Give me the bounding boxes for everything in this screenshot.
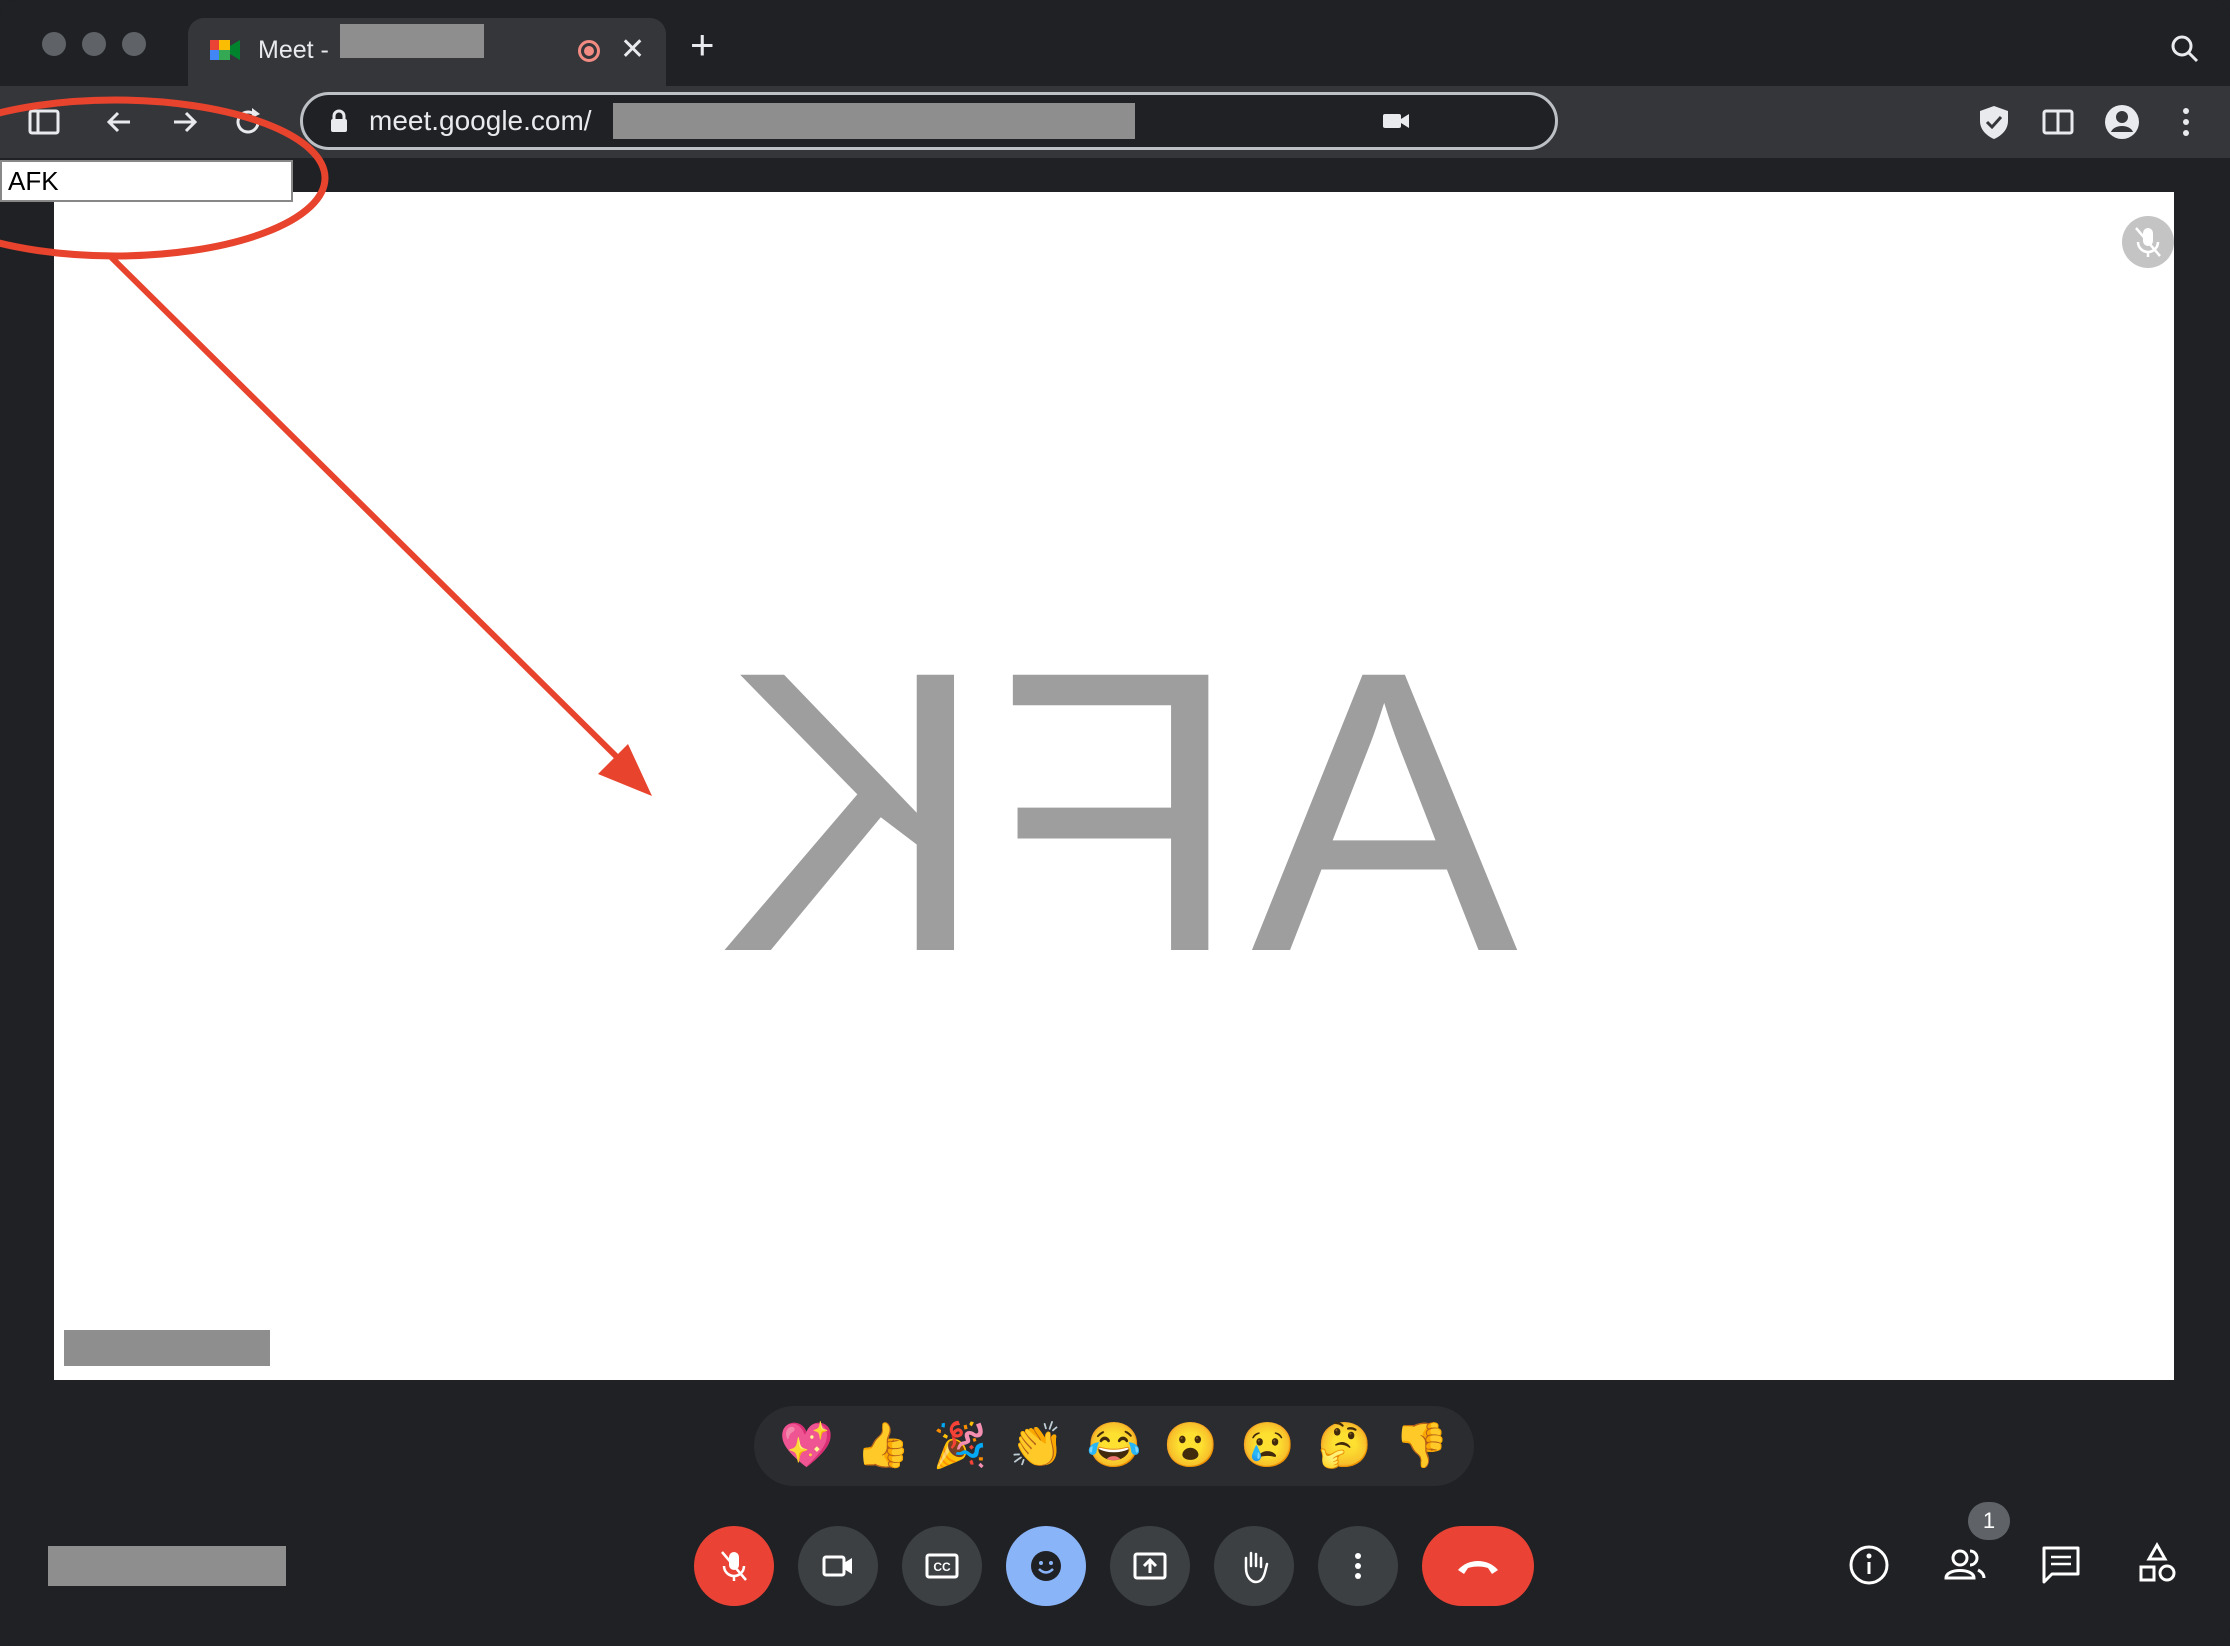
tab-close-button[interactable]: ✕	[620, 32, 645, 67]
reaction-thinking[interactable]: 🤔	[1317, 1424, 1372, 1468]
reactions-button[interactable]	[1006, 1526, 1086, 1606]
camera-icon	[822, 1555, 852, 1577]
mirrored-afk-text: AFK	[710, 588, 1518, 1035]
new-tab-button[interactable]: +	[690, 24, 715, 66]
url-text: meet.google.com/	[369, 105, 592, 136]
reaction-laughing[interactable]: 😂	[1087, 1424, 1142, 1468]
hang-up-icon	[1458, 1561, 1498, 1574]
reactions-bar: 💖 👍 🎉 👏 😂 😮 😢 🤔 👎	[754, 1406, 1474, 1486]
browser-tab-meet[interactable]: Meet - ✕	[188, 18, 666, 86]
minimize-window-button[interactable]	[82, 32, 106, 56]
lock-icon[interactable]	[329, 109, 349, 133]
captions-button[interactable]: CC	[902, 1526, 982, 1606]
maximize-window-button[interactable]	[122, 32, 146, 56]
reaction-thumbs-up[interactable]: 👍	[856, 1424, 911, 1468]
smiley-icon	[1031, 1551, 1061, 1581]
browser-menu-icon[interactable]	[2166, 102, 2206, 142]
reaction-party-popper[interactable]: 🎉	[933, 1424, 988, 1468]
camera-in-use-icon[interactable]	[1381, 109, 1411, 133]
sidebar-toggle-icon[interactable]	[24, 102, 64, 142]
google-meet-icon	[210, 40, 240, 60]
camera-toggle-button[interactable]	[798, 1526, 878, 1606]
redacted-url	[613, 103, 1135, 139]
raise-hand-icon	[1244, 1551, 1269, 1584]
back-arrow-icon[interactable]	[100, 102, 140, 142]
meeting-details-icon[interactable]	[1844, 1540, 1894, 1590]
tab-title: Meet -	[258, 36, 329, 64]
redacted-participant-name	[64, 1330, 270, 1366]
more-vertical-icon	[1355, 1553, 1361, 1579]
svg-text:CC: CC	[933, 1560, 951, 1574]
tab-search-icon[interactable]	[2170, 34, 2200, 64]
microphone-toggle-button[interactable]	[694, 1526, 774, 1606]
redacted-meeting-info	[48, 1546, 286, 1586]
present-screen-button[interactable]	[1110, 1526, 1190, 1606]
people-count-badge: 1	[1968, 1502, 2010, 1540]
raise-hand-button[interactable]	[1214, 1526, 1294, 1606]
mic-off-icon	[721, 1551, 747, 1581]
shield-extension-icon[interactable]	[1974, 102, 2014, 142]
close-window-button[interactable]	[42, 32, 66, 56]
people-icon[interactable]	[1940, 1540, 1990, 1590]
end-call-button[interactable]	[1422, 1526, 1534, 1606]
forward-arrow-icon[interactable]	[164, 102, 204, 142]
recording-indicator-icon	[578, 40, 600, 62]
muted-mic-icon	[2122, 216, 2174, 268]
chat-icon[interactable]	[2036, 1540, 2086, 1590]
browser-toolbar: meet.google.com/	[0, 86, 2230, 158]
split-view-icon[interactable]	[2038, 102, 2078, 142]
reaction-surprised[interactable]: 😮	[1163, 1424, 1218, 1468]
tab-strip: Meet - ✕ +	[0, 0, 2230, 86]
profile-avatar-icon[interactable]	[2102, 102, 2142, 142]
video-tile: AFK	[54, 192, 2174, 1380]
reaction-crying[interactable]: 😢	[1240, 1424, 1295, 1468]
closed-captions-icon: CC	[925, 1553, 959, 1579]
afk-text-overlay[interactable]: AFK	[0, 160, 293, 202]
address-bar[interactable]: meet.google.com/	[300, 92, 1558, 150]
reaction-clapping[interactable]: 👏	[1010, 1424, 1065, 1468]
reaction-sparkling-heart[interactable]: 💖	[779, 1424, 834, 1468]
activities-icon[interactable]	[2132, 1540, 2182, 1590]
reaction-thumbs-down[interactable]: 👎	[1394, 1424, 1449, 1468]
browser-window: Meet - ✕ + meet.google.com/ AFK AFK 💖 👍 …	[0, 0, 2230, 1646]
present-screen-icon	[1133, 1552, 1167, 1580]
reload-icon[interactable]	[228, 102, 268, 142]
more-options-button[interactable]	[1318, 1526, 1398, 1606]
redacted-tab-title	[340, 24, 484, 58]
